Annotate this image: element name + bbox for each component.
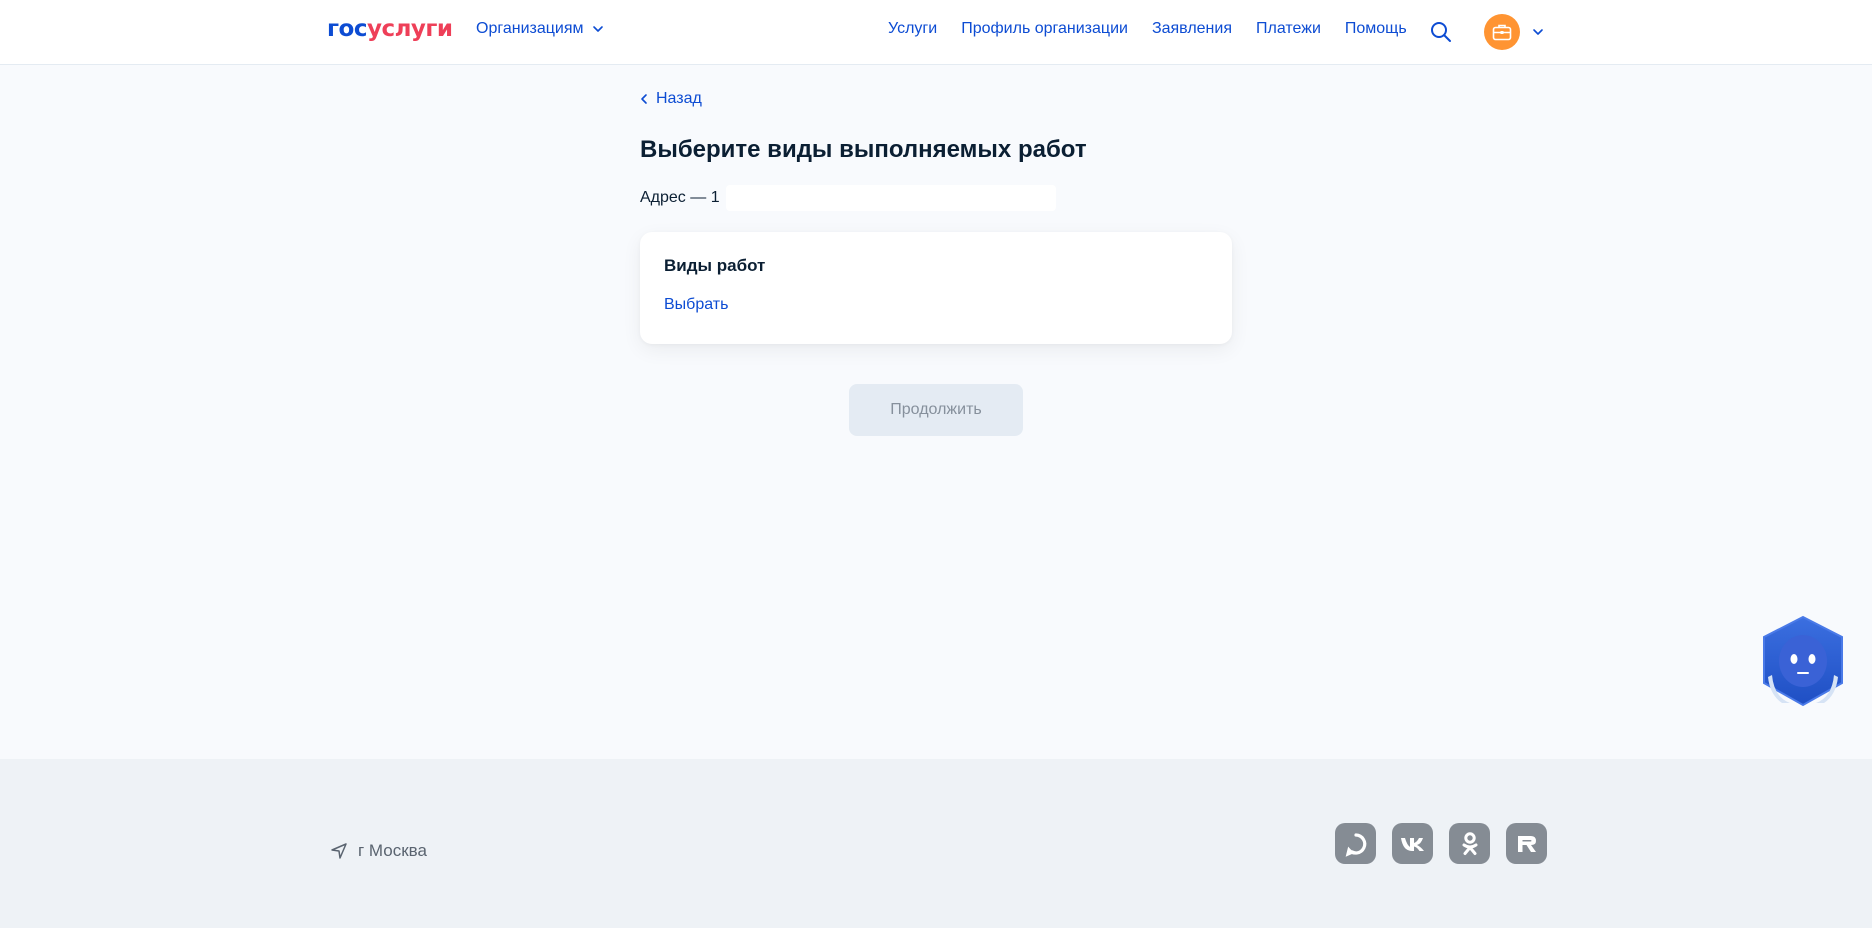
footer: г Москва (0, 759, 1872, 928)
chevron-left-icon (641, 94, 647, 104)
chevron-down-icon (592, 26, 603, 32)
nav-item-services[interactable]: Услуги (888, 20, 937, 38)
account-chevron-down-icon[interactable] (1531, 25, 1545, 39)
assistant-bot-icon[interactable] (1760, 615, 1846, 707)
nav-item-payments[interactable]: Платежи (1256, 20, 1321, 38)
rutube-icon (1517, 835, 1536, 852)
location-selector[interactable]: г Москва (330, 841, 427, 861)
logo-part-uslugi: услуги (366, 16, 453, 42)
back-link[interactable]: Назад (640, 90, 702, 108)
address-row: Адрес — 1 (640, 185, 1056, 211)
logo-part-gos: гос (327, 16, 367, 42)
nav-item-applications[interactable]: Заявления (1152, 20, 1232, 38)
address-label: Адрес — 1 (640, 189, 720, 206)
continue-button[interactable]: Продолжить (849, 384, 1023, 436)
social-max-button[interactable] (1335, 823, 1376, 864)
nav-item-help[interactable]: Помощь (1345, 20, 1407, 38)
social-rutube-button[interactable] (1506, 823, 1547, 864)
ok-icon (1462, 831, 1477, 855)
back-link-label: Назад (656, 90, 702, 107)
nav-item-org-profile[interactable]: Профиль организации (961, 20, 1128, 38)
social-ok-button[interactable] (1449, 823, 1490, 864)
work-types-title: Виды работ (664, 256, 766, 275)
page-title: Выберите виды выполняемых работ (640, 136, 1087, 163)
search-icon[interactable] (1429, 20, 1453, 44)
select-work-types-link[interactable]: Выбрать (664, 296, 728, 314)
top-header: гос услуги Организациям Услуги Профиль ор… (0, 0, 1872, 65)
location-arrow-icon (331, 843, 347, 859)
organizations-menu[interactable]: Организациям (476, 20, 604, 38)
social-vk-button[interactable] (1392, 823, 1433, 864)
vk-icon (1400, 837, 1424, 851)
social-links (1335, 823, 1547, 864)
gosuslugi-logo[interactable]: гос услуги (327, 16, 453, 42)
briefcase-icon (1492, 24, 1512, 41)
organization-avatar[interactable] (1484, 14, 1520, 50)
main-nav: Услуги Профиль организации Заявления Пла… (888, 20, 1407, 38)
location-label: г Москва (358, 841, 427, 860)
organizations-menu-label: Организациям (476, 20, 584, 37)
work-types-card: Виды работ Выбрать (640, 232, 1232, 344)
address-value-redacted (725, 185, 1056, 211)
max-icon (1345, 832, 1366, 857)
